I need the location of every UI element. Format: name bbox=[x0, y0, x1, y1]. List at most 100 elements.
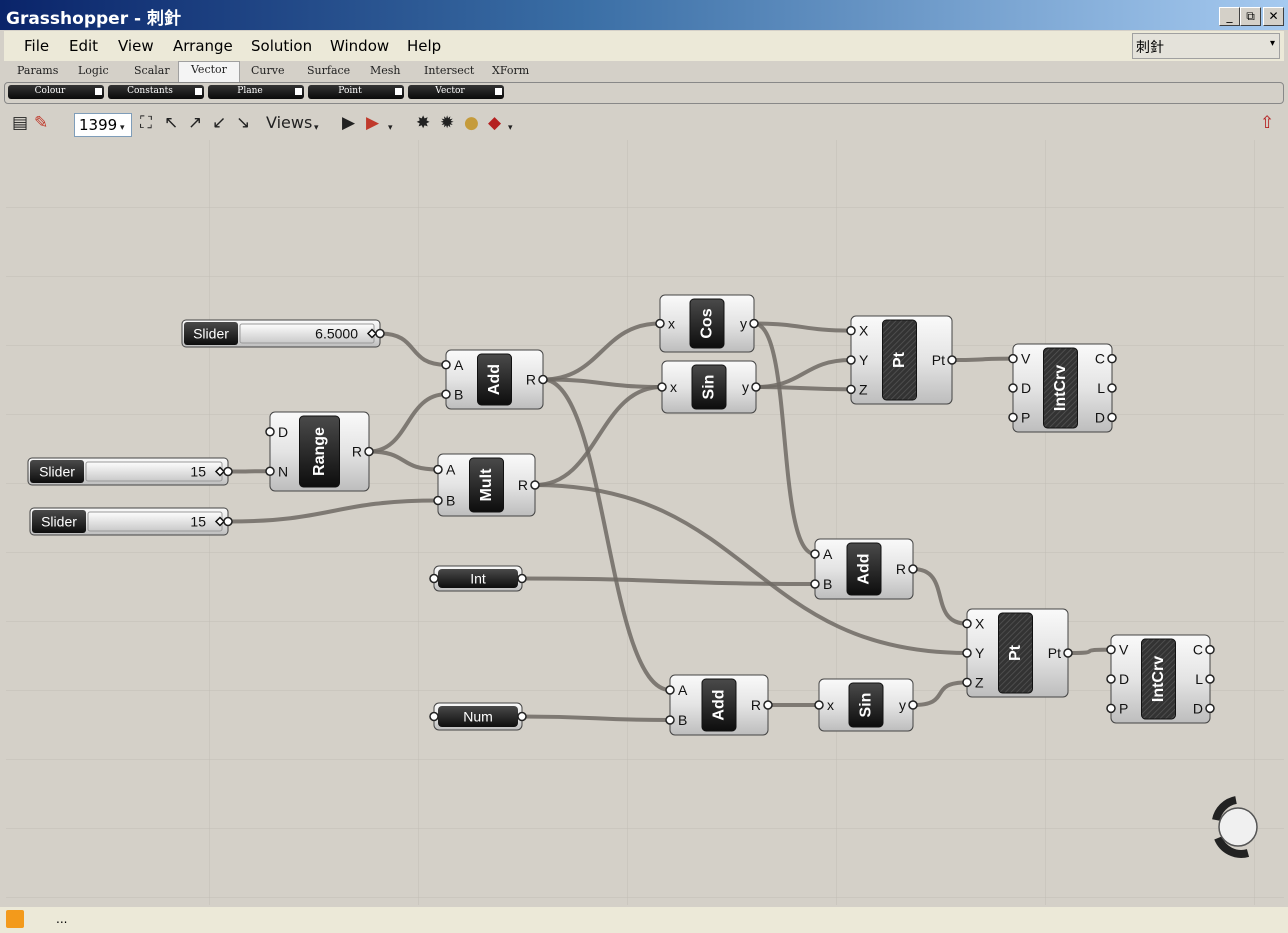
input-port[interactable] bbox=[665, 715, 675, 725]
component-sin[interactable]: Sin x y bbox=[814, 678, 918, 732]
output-port[interactable] bbox=[517, 711, 527, 722]
input-port[interactable] bbox=[846, 355, 856, 365]
output-port[interactable] bbox=[1205, 644, 1215, 655]
input-port[interactable] bbox=[429, 711, 439, 722]
rss-icon[interactable] bbox=[6, 910, 24, 928]
input-port[interactable] bbox=[962, 618, 972, 629]
input-port[interactable] bbox=[433, 464, 443, 475]
menu-view[interactable]: View bbox=[118, 37, 154, 55]
output-port[interactable] bbox=[751, 382, 761, 392]
menu-arrange[interactable]: Arrange bbox=[173, 37, 233, 55]
preview-dropdown-icon[interactable]: ▾ bbox=[388, 118, 393, 138]
component-add[interactable]: Add AB R bbox=[441, 349, 548, 410]
eraser-icon[interactable]: ✎ bbox=[34, 113, 48, 133]
component-add[interactable]: Add AB R bbox=[810, 538, 918, 600]
input-port[interactable] bbox=[265, 466, 275, 476]
input-port[interactable] bbox=[657, 382, 667, 392]
input-port[interactable] bbox=[433, 495, 443, 506]
output-port[interactable] bbox=[223, 466, 233, 477]
slider-slider1[interactable]: Slider 6.5000 bbox=[181, 319, 385, 348]
expand-icon[interactable] bbox=[195, 88, 202, 95]
panel-vector[interactable]: Vector bbox=[408, 85, 504, 99]
arrow-nw-icon[interactable]: ↖ bbox=[164, 113, 178, 133]
output-port[interactable] bbox=[1107, 383, 1117, 393]
component-mult[interactable]: Mult AB R bbox=[433, 453, 540, 517]
input-port[interactable] bbox=[962, 648, 972, 658]
gem-icon[interactable]: ◆ bbox=[488, 113, 501, 133]
component-intcrv[interactable]: IntCrvVDPCLD bbox=[1008, 343, 1117, 433]
component-sin[interactable]: Sin x y bbox=[657, 360, 761, 414]
views-dropdown-icon[interactable]: ▾ bbox=[314, 118, 319, 138]
zoom-dropdown-icon[interactable]: ▾ bbox=[120, 118, 125, 138]
panel-point[interactable]: Point bbox=[308, 85, 404, 99]
run-icon[interactable]: ▶ bbox=[342, 113, 355, 133]
input-port[interactable] bbox=[429, 573, 439, 584]
param-int[interactable]: Int bbox=[429, 565, 527, 592]
input-port[interactable] bbox=[1008, 353, 1018, 364]
expand-icon[interactable] bbox=[395, 88, 402, 95]
tab-params[interactable]: Params bbox=[17, 64, 58, 77]
component-cos[interactable]: Cos x y bbox=[655, 294, 759, 353]
menu-edit[interactable]: Edit bbox=[69, 37, 98, 55]
input-port[interactable] bbox=[265, 427, 275, 437]
output-port[interactable] bbox=[517, 573, 527, 584]
tab-curve[interactable]: Curve bbox=[251, 64, 284, 77]
preview-icon[interactable]: ▶ bbox=[366, 113, 379, 133]
input-port[interactable] bbox=[1106, 674, 1116, 684]
input-port[interactable] bbox=[810, 549, 820, 559]
output-port[interactable] bbox=[1063, 648, 1073, 658]
tab-vector[interactable]: Vector bbox=[178, 61, 240, 84]
output-port[interactable] bbox=[364, 446, 374, 457]
output-port[interactable] bbox=[1107, 412, 1117, 423]
panel-plane[interactable]: Plane bbox=[208, 85, 304, 99]
menu-window[interactable]: Window bbox=[330, 37, 389, 55]
param-num[interactable]: Num bbox=[429, 702, 527, 731]
input-port[interactable] bbox=[1008, 383, 1018, 393]
output-port[interactable] bbox=[763, 700, 773, 710]
gem-dropdown-icon[interactable]: ▾ bbox=[508, 118, 513, 138]
output-port[interactable] bbox=[1205, 674, 1215, 684]
component-intcrv[interactable]: IntCrvVDPCLD bbox=[1106, 634, 1215, 724]
panel-colour[interactable]: Colour bbox=[8, 85, 104, 99]
input-port[interactable] bbox=[441, 360, 451, 370]
lamp-icon[interactable]: ● bbox=[464, 113, 479, 133]
input-port[interactable] bbox=[441, 389, 451, 399]
slider-slider2[interactable]: Slider 15 bbox=[27, 457, 233, 486]
tab-xform[interactable]: XForm bbox=[492, 64, 529, 77]
component-add[interactable]: Add AB R bbox=[665, 674, 773, 736]
document-icon[interactable]: ▤ bbox=[12, 113, 28, 133]
input-port[interactable] bbox=[962, 677, 972, 688]
panel-constants[interactable]: Constants bbox=[108, 85, 204, 99]
zoom-extents-icon[interactable]: ⛶ bbox=[140, 113, 152, 133]
tab-intersect[interactable]: Intersect bbox=[424, 64, 474, 77]
expand-icon[interactable] bbox=[295, 88, 302, 95]
input-port[interactable] bbox=[1106, 703, 1116, 714]
canvas[interactable]: Slider 6.5000 Slider 15 Slider 15 Range D N R Add A… bbox=[6, 140, 1284, 905]
output-port[interactable] bbox=[223, 516, 233, 527]
document-selector[interactable]: 刺針 ▾ bbox=[1132, 33, 1280, 59]
arrow-ne-icon[interactable]: ↗ bbox=[188, 113, 202, 133]
input-port[interactable] bbox=[814, 700, 824, 710]
input-port[interactable] bbox=[655, 318, 665, 329]
output-port[interactable] bbox=[1205, 703, 1215, 714]
tab-surface[interactable]: Surface bbox=[307, 64, 350, 77]
output-port[interactable] bbox=[375, 328, 385, 339]
tab-logic[interactable]: Logic bbox=[78, 64, 109, 77]
minimize-button[interactable]: _ bbox=[1219, 7, 1240, 26]
tab-scalar[interactable]: Scalar bbox=[134, 64, 170, 77]
input-port[interactable] bbox=[810, 579, 820, 589]
output-port[interactable] bbox=[1107, 353, 1117, 364]
input-port[interactable] bbox=[846, 325, 856, 336]
views-menu[interactable]: Views bbox=[266, 113, 312, 133]
restore-button[interactable]: ⧉ bbox=[1240, 7, 1261, 26]
gear-icon[interactable]: ✹ bbox=[440, 113, 454, 133]
output-port[interactable] bbox=[530, 480, 540, 490]
tab-mesh[interactable]: Mesh bbox=[370, 64, 401, 77]
bake-icon[interactable]: ✸ bbox=[416, 113, 430, 133]
component-range[interactable]: Range D N R bbox=[265, 411, 374, 492]
arrow-sw-icon[interactable]: ↙ bbox=[212, 113, 226, 133]
input-port[interactable] bbox=[1008, 412, 1018, 423]
menu-help[interactable]: Help bbox=[407, 37, 441, 55]
input-port[interactable] bbox=[1106, 644, 1116, 655]
expand-icon[interactable] bbox=[495, 88, 502, 95]
